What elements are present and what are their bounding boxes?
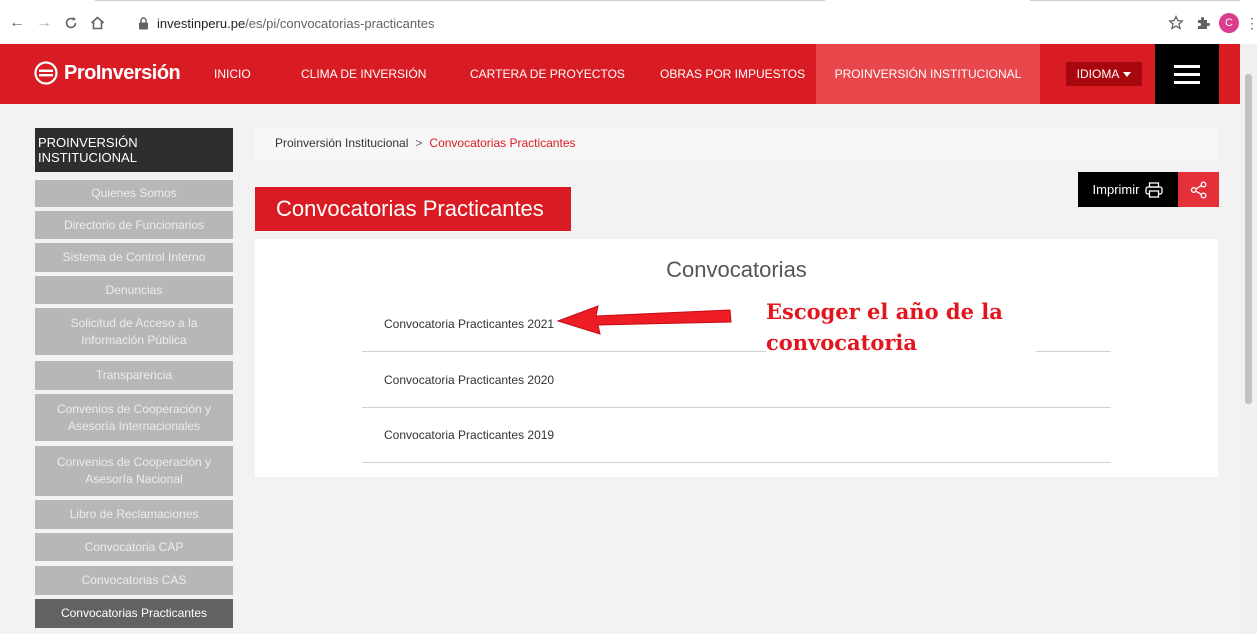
- back-icon[interactable]: ←: [8, 14, 26, 32]
- browser-toolbar: ← → investinperu.pe/es/pi/convocatorias-…: [0, 0, 1257, 45]
- site-header: ProInversión INICIO CLIMA DE INVERSIÓN C…: [0, 44, 1240, 104]
- share-button[interactable]: [1178, 172, 1219, 207]
- avatar: C: [1219, 13, 1239, 33]
- address-bar[interactable]: investinperu.pe/es/pi/convocatorias-prac…: [138, 12, 1138, 34]
- print-label: Imprimir: [1092, 182, 1140, 197]
- convocatoria-2019-link[interactable]: Convocatoria Practicantes 2019: [362, 407, 1111, 463]
- logo-text: ProInversión: [64, 61, 181, 84]
- proinversion-logo[interactable]: ProInversión: [34, 61, 181, 85]
- convocatorias-heading: Convocatorias: [666, 257, 807, 282]
- logo-icon: [34, 61, 58, 85]
- annotation-line-1: Escoger el año de la: [766, 299, 1003, 324]
- page-title: Convocatorias Practicantes: [255, 187, 571, 231]
- sidebar-item-control-interno[interactable]: Sistema de Control Interno: [35, 243, 233, 272]
- convocatorias-panel: Convocatorias Convocatoria Practicantes …: [255, 239, 1218, 477]
- sidebar-item-transparencia[interactable]: Transparencia: [35, 361, 233, 390]
- sidebar-item-denuncias[interactable]: Denuncias: [35, 276, 233, 304]
- sidebar-item-convenios-internacionales[interactable]: Convenios de Cooperación y Asesoría Inte…: [35, 394, 233, 441]
- nav-obras-por-impuestos[interactable]: OBRAS POR IMPUESTOS: [660, 44, 805, 104]
- page-scrollbar[interactable]: [1240, 44, 1257, 634]
- sidebar-item-convocatorias-practicantes[interactable]: Convocatorias Practicantes: [35, 599, 233, 628]
- annotation-line-2: convocatoria: [766, 330, 918, 355]
- nav-proinversion-institucional[interactable]: PROINVERSIÓN INSTITUCIONAL: [816, 44, 1040, 104]
- share-icon: [1190, 181, 1206, 198]
- print-button[interactable]: Imprimir: [1078, 172, 1178, 207]
- kebab-menu-icon[interactable]: ⋮: [1245, 12, 1257, 34]
- sidebar-item-convocatorias-cas[interactable]: Convocatorias CAS: [35, 566, 233, 595]
- sidebar-item-convocatoria-cap[interactable]: Convocatoria CAP: [35, 533, 233, 561]
- scrollbar-thumb[interactable]: [1245, 74, 1252, 404]
- nav-clima-de-inversion[interactable]: CLIMA DE INVERSIÓN: [301, 44, 426, 104]
- nav-inicio[interactable]: INICIO: [214, 44, 251, 104]
- annotation-note: Escoger el año de la convocatoria: [766, 296, 1036, 358]
- printer-icon: [1145, 181, 1164, 198]
- sidebar-item-convenios-nacional[interactable]: Convenios de Cooperación y Asesoría Naci…: [35, 446, 233, 496]
- breadcrumb-separator: >: [415, 136, 423, 150]
- extensions-icon[interactable]: [1195, 12, 1211, 34]
- breadcrumb-current: Convocatorias Practicantes: [429, 136, 576, 150]
- sidebar-item-directorio[interactable]: Directorio de Funcionarios: [35, 211, 233, 239]
- star-icon[interactable]: [1168, 12, 1184, 34]
- url-path: /es/pi/convocatorias-practicantes: [245, 15, 435, 31]
- tab-divider: [95, 0, 825, 1]
- tab-strip: [0, 0, 1257, 9]
- caret-down-icon: [1123, 71, 1132, 77]
- language-label: IDIOMA: [1076, 67, 1120, 81]
- reload-icon[interactable]: [62, 14, 80, 32]
- lock-icon: [139, 16, 148, 29]
- hamburger-menu-icon[interactable]: [1155, 44, 1219, 104]
- nav-cartera-de-proyectos[interactable]: CARTERA DE PROYECTOS: [470, 44, 625, 104]
- language-button[interactable]: IDIOMA: [1066, 62, 1142, 86]
- url-domain: investinperu.pe: [157, 15, 246, 31]
- url-text: investinperu.pe/es/pi/convocatorias-prac…: [157, 16, 434, 31]
- breadcrumb-parent-link[interactable]: Proinversión Institucional: [275, 136, 408, 150]
- sidebar-item-quienes-somos[interactable]: Quienes Somos: [35, 180, 233, 207]
- home-icon[interactable]: [88, 14, 106, 32]
- tab-divider: [1030, 0, 1240, 1]
- breadcrumb: Proinversión Institucional > Convocatori…: [255, 127, 1218, 159]
- forward-icon[interactable]: →: [35, 14, 53, 32]
- profile-avatar[interactable]: C: [1219, 12, 1239, 34]
- sidebar-item-acceso-informacion[interactable]: Solicitud de Acceso a la Información Púb…: [35, 308, 233, 355]
- sidebar-item-libro-reclamaciones[interactable]: Libro de Reclamaciones: [35, 500, 233, 529]
- convocatoria-2020-link[interactable]: Convocatoria Practicantes 2020: [362, 352, 1111, 408]
- red-arrow-annotation: [556, 305, 732, 335]
- sidebar-title: PROINVERSIÓN INSTITUCIONAL: [35, 128, 233, 172]
